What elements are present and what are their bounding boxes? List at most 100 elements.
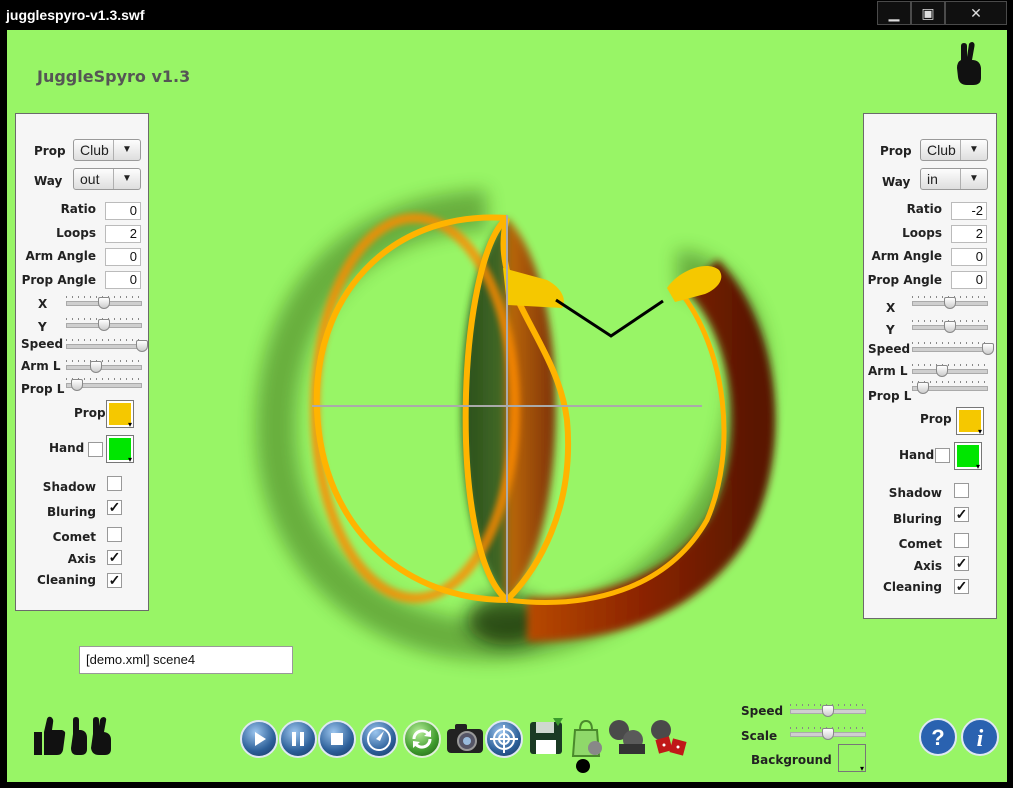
- right-bluring-checkbox[interactable]: ✓: [954, 507, 969, 522]
- refresh-button[interactable]: [403, 720, 441, 758]
- left-arm-angle-label: Arm Angle: [25, 249, 96, 263]
- left-loops-input[interactable]: 2: [105, 225, 141, 243]
- left-prop-value: Club: [80, 142, 109, 158]
- left-prop-angle-input[interactable]: 0: [105, 271, 141, 289]
- right-way-dropdown[interactable]: in ▼: [920, 168, 988, 190]
- left-hand-color-swatch[interactable]: ▾: [106, 435, 134, 464]
- target-icon: [490, 725, 518, 753]
- right-ratio-label: Ratio: [906, 202, 942, 216]
- play-button[interactable]: [240, 720, 278, 758]
- bag-icon[interactable]: [567, 718, 607, 758]
- right-prop-color-label: Prop: [920, 412, 952, 426]
- info-icon[interactable]: i: [960, 717, 1000, 757]
- right-hand-color-swatch[interactable]: ▾: [954, 442, 982, 471]
- right-prop-label: Prop: [880, 144, 912, 158]
- minimize-button[interactable]: ▁: [877, 1, 911, 25]
- left-way-label: Way: [34, 174, 63, 188]
- stage: JuggleSpyro v1.3 Prop Club ▼ Way out ▼ R…: [7, 30, 1007, 782]
- right-prop-l-slider[interactable]: [912, 381, 988, 395]
- two-hands-icon[interactable]: [69, 716, 113, 756]
- right-axis-label: Axis: [913, 559, 942, 573]
- right-hand-checkbox[interactable]: [935, 448, 950, 463]
- film-icon[interactable]: [605, 718, 649, 758]
- target-button[interactable]: [485, 720, 523, 758]
- bottom-scale-label: Scale: [741, 729, 778, 743]
- right-y-slider[interactable]: [912, 320, 988, 334]
- scene-input[interactable]: [demo.xml] scene4: [79, 646, 293, 674]
- recording-dot-icon: [576, 759, 590, 773]
- left-x-label: X: [38, 297, 48, 311]
- chevron-down-icon: ▼: [113, 169, 140, 189]
- right-arm-l-slider[interactable]: [912, 364, 988, 378]
- bottom-speed-slider[interactable]: [790, 704, 866, 718]
- dice-icon[interactable]: [647, 718, 691, 758]
- stop-icon: [331, 733, 343, 745]
- left-comet-checkbox[interactable]: [107, 527, 122, 542]
- right-loops-label: Loops: [902, 226, 942, 240]
- left-prop-label: Prop: [34, 144, 66, 158]
- left-prop-l-slider[interactable]: [66, 378, 142, 392]
- left-speed-slider[interactable]: [66, 339, 148, 353]
- right-arm-l-label: Arm L: [868, 364, 908, 378]
- pause-button[interactable]: [279, 720, 317, 758]
- right-arm-angle-input[interactable]: 0: [951, 248, 987, 266]
- right-y-label: Y: [886, 323, 895, 337]
- right-cleaning-checkbox[interactable]: ✓: [954, 579, 969, 594]
- hand-icon[interactable]: [955, 42, 985, 86]
- chevron-down-icon: ▼: [113, 140, 140, 160]
- stop-button[interactable]: [318, 720, 356, 758]
- compass-button[interactable]: [360, 720, 398, 758]
- maximize-button[interactable]: ▣: [911, 1, 945, 25]
- left-hand-checkbox[interactable]: [88, 442, 103, 457]
- right-ratio-input[interactable]: -2: [951, 202, 987, 220]
- left-arm-l-slider[interactable]: [66, 360, 142, 374]
- left-cleaning-checkbox[interactable]: ✓: [107, 573, 122, 588]
- app-title: JuggleSpyro v1.3: [37, 67, 191, 86]
- right-prop-dropdown[interactable]: Club ▼: [920, 139, 988, 161]
- camera-icon[interactable]: [445, 718, 485, 758]
- help-icon[interactable]: ?: [918, 717, 958, 757]
- right-prop-l-label: Prop L: [868, 389, 912, 403]
- left-speed-label: Speed: [21, 337, 64, 351]
- left-prop-dropdown[interactable]: Club ▼: [73, 139, 141, 161]
- background-color-swatch[interactable]: ▾: [838, 744, 866, 773]
- arms: [555, 298, 664, 338]
- save-icon[interactable]: [527, 718, 567, 758]
- right-speed-slider[interactable]: [912, 342, 994, 356]
- window-titlebar: jugglespyro-v1.3.swf ▁ ▣ ✕: [0, 0, 1013, 30]
- right-loops-input[interactable]: 2: [951, 225, 987, 243]
- left-y-slider[interactable]: [66, 318, 142, 332]
- left-shadow-checkbox[interactable]: [107, 476, 122, 491]
- left-bluring-label: Bluring: [47, 505, 96, 519]
- pause-icon: [292, 732, 304, 746]
- svg-text:?: ?: [931, 725, 944, 750]
- left-way-dropdown[interactable]: out ▼: [73, 168, 141, 190]
- right-x-label: X: [886, 301, 896, 315]
- refresh-icon: [412, 729, 432, 749]
- left-prop-l-label: Prop L: [21, 382, 65, 396]
- bottom-scale-slider[interactable]: [790, 727, 866, 741]
- right-x-slider[interactable]: [912, 296, 988, 310]
- right-comet-label: Comet: [898, 537, 942, 551]
- right-way-label: Way: [882, 175, 911, 189]
- left-shadow-label: Shadow: [42, 480, 96, 494]
- left-bluring-checkbox[interactable]: ✓: [107, 500, 122, 515]
- right-comet-checkbox[interactable]: [954, 533, 969, 548]
- right-prop-angle-input[interactable]: 0: [951, 271, 987, 289]
- left-x-slider[interactable]: [66, 296, 142, 310]
- left-axis-checkbox[interactable]: ✓: [107, 550, 122, 565]
- right-prop-color-swatch[interactable]: ▾: [956, 407, 984, 436]
- left-prop-color-swatch[interactable]: ▾: [106, 400, 134, 429]
- svg-text:i: i: [977, 726, 984, 752]
- close-button[interactable]: ✕: [945, 1, 1007, 25]
- right-shadow-checkbox[interactable]: [954, 483, 969, 498]
- right-prop-value: Club: [927, 142, 956, 158]
- left-panel: Prop Club ▼ Way out ▼ Ratio 0 Loops 2 Ar…: [15, 113, 149, 611]
- right-axis-checkbox[interactable]: ✓: [954, 556, 969, 571]
- left-ratio-input[interactable]: 0: [105, 202, 141, 220]
- left-comet-label: Comet: [52, 530, 96, 544]
- left-arm-angle-input[interactable]: 0: [105, 248, 141, 266]
- right-bluring-label: Bluring: [893, 512, 942, 526]
- play-icon: [255, 732, 266, 746]
- thumbs-up-icon[interactable]: [32, 716, 66, 756]
